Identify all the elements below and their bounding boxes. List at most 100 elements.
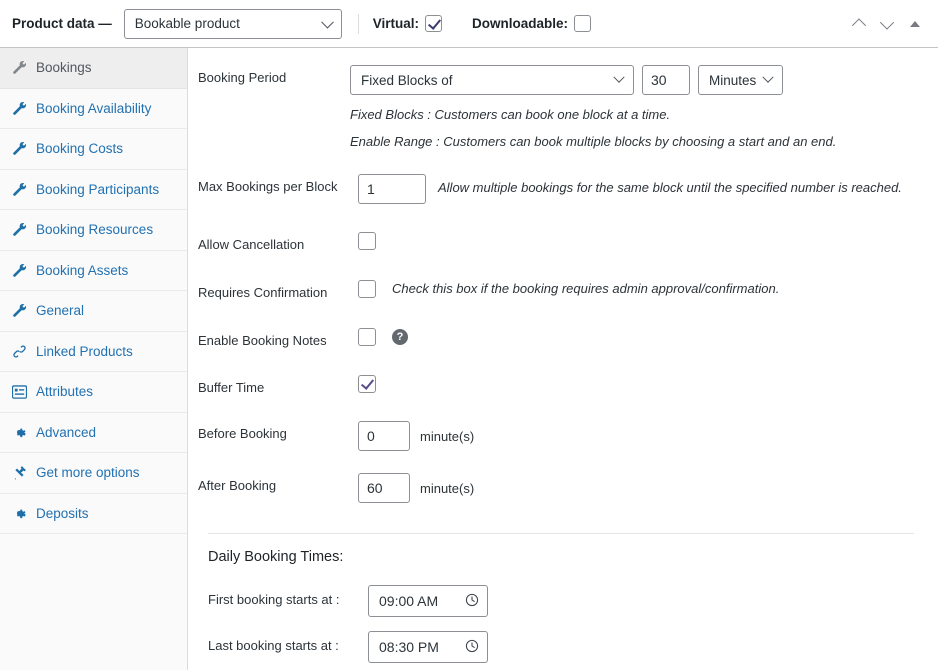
sidebar-item-bookings[interactable]: Bookings [0, 48, 187, 89]
page-title: Product data — [12, 16, 112, 31]
downloadable-label: Downloadable: [472, 16, 569, 31]
max-bookings-row: Max Bookings per Block Allow multiple bo… [198, 152, 924, 204]
sidebar-item-linked-products[interactable]: Linked Products [0, 331, 187, 372]
max-bookings-label: Max Bookings per Block [198, 178, 338, 194]
buffer-time-checkbox[interactable] [358, 375, 376, 394]
sidebar-item-label: Get more options [36, 465, 140, 481]
product-type-select[interactable]: Bookable product [123, 8, 342, 39]
wrench-icon [10, 60, 28, 76]
booking-notes-row: Enable Booking Notes ? [198, 302, 924, 350]
chevron-down-icon [762, 71, 774, 83]
sidebar-item-attributes[interactable]: Attributes [0, 372, 187, 413]
move-up-button[interactable] [846, 10, 872, 38]
allow-cancellation-label: Allow Cancellation [198, 236, 305, 252]
first-booking-time-input[interactable]: 09:00 AM [368, 585, 488, 618]
product-data-panel: Product data — Bookable product Virtual:… [0, 0, 938, 670]
wrench-icon [10, 181, 28, 197]
wrench-icon [10, 262, 28, 278]
allow-cancellation-checkbox[interactable] [358, 231, 376, 250]
requires-confirmation-desc: Check this box if the booking requires a… [392, 280, 780, 296]
product-data-body: Bookings Booking Availability Booking Co… [0, 48, 938, 670]
header-divider [357, 13, 359, 34]
sidebar-item-label: Advanced [36, 424, 97, 440]
sidebar-item-label: General [36, 303, 85, 319]
daily-booking-times-section: Daily Booking Times: First booking start… [198, 534, 924, 670]
after-booking-input[interactable] [358, 473, 410, 504]
sidebar-item-deposits[interactable]: Deposits [0, 493, 187, 534]
chevron-up-icon [851, 17, 867, 32]
collapse-panel-button[interactable] [902, 10, 928, 38]
downloadable-checkbox-row[interactable]: Downloadable: [472, 15, 592, 32]
sidebar-item-booking-resources[interactable]: Booking Resources [0, 210, 187, 251]
after-booking-suffix: minute(s) [420, 480, 475, 496]
bookings-settings-form: Booking Period Fixed Blocks of Minutes [188, 48, 938, 670]
requires-confirmation-label: Requires Confirmation [198, 284, 328, 300]
last-booking-time-input[interactable]: 08:30 PM [368, 631, 488, 664]
triangle-up-icon [910, 20, 920, 27]
gear-icon [10, 505, 28, 521]
sidebar-item-label: Booking Availability [36, 100, 152, 116]
first-booking-label: First booking starts at : [208, 592, 340, 608]
wrench-icon [10, 222, 28, 238]
sidebar-item-booking-assets[interactable]: Booking Assets [0, 250, 187, 291]
gear-icon [10, 424, 28, 440]
last-booking-label: Last booking starts at : [208, 638, 339, 654]
sidebar-item-get-more-options[interactable]: Get more options [0, 453, 187, 494]
first-booking-row: First booking starts at : 09:00 AM [198, 565, 924, 618]
panel-actions [844, 0, 928, 47]
booking-period-row: Booking Period Fixed Blocks of Minutes [198, 48, 924, 152]
buffer-time-row: Buffer Time [198, 350, 924, 397]
virtual-checkbox[interactable] [425, 15, 443, 32]
wrench-icon [10, 141, 28, 157]
sidebar-item-label: Linked Products [36, 343, 133, 359]
sidebar-item-label: Deposits [36, 505, 89, 521]
product-data-tabs: Bookings Booking Availability Booking Co… [0, 48, 188, 670]
question-mark-icon[interactable]: ? [392, 329, 408, 346]
booking-period-mode-value: Fixed Blocks of [361, 72, 453, 88]
link-icon [10, 343, 28, 359]
after-booking-row: After Booking minute(s) [198, 451, 924, 504]
booking-duration-unit-value: Minutes [709, 72, 757, 88]
buffer-time-label: Buffer Time [198, 380, 265, 396]
max-bookings-desc: Allow multiple bookings for the same blo… [438, 180, 902, 196]
booking-period-mode-select[interactable]: Fixed Blocks of [350, 65, 634, 95]
wrench-icon [10, 303, 28, 319]
product-data-header: Product data — Bookable product Virtual:… [0, 0, 938, 48]
allow-cancellation-row: Allow Cancellation [198, 204, 924, 254]
chevron-down-icon [613, 71, 625, 83]
attributes-icon [10, 384, 28, 400]
plugin-icon [10, 465, 28, 481]
sidebar-item-booking-availability[interactable]: Booking Availability [0, 88, 187, 129]
sidebar-item-booking-participants[interactable]: Booking Participants [0, 169, 187, 210]
move-down-button[interactable] [874, 10, 900, 38]
booking-duration-input[interactable] [642, 65, 690, 95]
after-booking-label: After Booking [198, 478, 277, 494]
sidebar-item-label: Booking Costs [36, 141, 124, 157]
last-booking-time-value: 08:30 PM [379, 639, 439, 656]
sidebar-item-label: Booking Participants [36, 181, 160, 197]
max-bookings-input[interactable] [358, 173, 426, 204]
sidebar-item-general[interactable]: General [0, 291, 187, 332]
sidebar-item-advanced[interactable]: Advanced [0, 412, 187, 453]
requires-confirmation-checkbox[interactable] [358, 280, 376, 299]
sidebar-item-booking-costs[interactable]: Booking Costs [0, 129, 187, 170]
product-type-value: Bookable product [134, 16, 240, 31]
booking-period-desc-fixed: Fixed Blocks : Customers can book one bl… [350, 107, 671, 122]
chevron-down-icon [320, 15, 334, 29]
downloadable-checkbox[interactable] [574, 15, 592, 32]
before-booking-row: Before Booking minute(s) [198, 397, 924, 452]
clock-icon[interactable] [465, 639, 479, 656]
before-booking-label: Before Booking [198, 426, 287, 442]
virtual-checkbox-row[interactable]: Virtual: [373, 15, 443, 32]
sidebar-item-label: Bookings [36, 60, 92, 76]
booking-period-desc-range: Enable Range : Customers can book multip… [350, 133, 837, 149]
booking-duration-unit-select[interactable]: Minutes [698, 65, 784, 95]
booking-notes-checkbox[interactable] [358, 328, 376, 347]
clock-icon[interactable] [465, 593, 479, 610]
chevron-down-icon [879, 15, 895, 30]
sidebar-item-label: Attributes [36, 384, 94, 400]
daily-booking-times-title: Daily Booking Times: [208, 549, 344, 566]
before-booking-input[interactable] [358, 421, 410, 452]
booking-notes-label: Enable Booking Notes [198, 333, 327, 349]
booking-period-label: Booking Period [198, 70, 287, 85]
